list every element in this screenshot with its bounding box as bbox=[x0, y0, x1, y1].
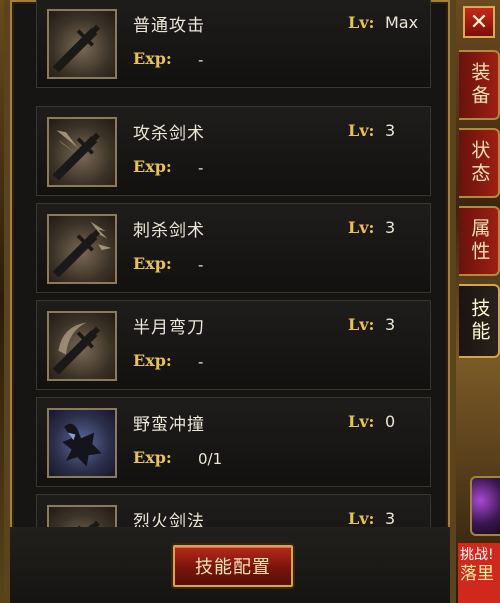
skill-name: 野蛮冲撞 bbox=[133, 415, 205, 435]
crescent-sword-icon bbox=[47, 311, 117, 381]
exp-value: - bbox=[198, 256, 204, 274]
skill-row-2[interactable]: 刺杀剑术 Lv: 3 Exp: - bbox=[36, 203, 431, 293]
tab-status-label: 状态 bbox=[468, 140, 491, 186]
skill-name: 烈火剑法 bbox=[133, 512, 205, 527]
level-label: Lv: bbox=[348, 218, 375, 237]
level-value: 3 bbox=[385, 121, 396, 140]
skill-name: 攻杀剑术 bbox=[133, 124, 205, 144]
skill-list[interactable]: 普通攻击 Lv: Max Exp: - 攻杀剑术 Lv: 3 Exp: - 刺杀… bbox=[36, 0, 431, 527]
tab-attributes-label: 属性 bbox=[468, 218, 491, 264]
gem-icon[interactable] bbox=[470, 476, 500, 536]
level-value: 0 bbox=[385, 412, 396, 431]
exp-label: Exp: bbox=[133, 49, 172, 68]
exp-label: Exp: bbox=[133, 448, 172, 467]
side-event-line1: 挑战! bbox=[460, 547, 494, 563]
exp-label: Exp: bbox=[133, 254, 172, 273]
level-value: 3 bbox=[385, 218, 396, 237]
level-label: Lv: bbox=[348, 315, 375, 334]
skill-name: 刺杀剑术 bbox=[133, 221, 205, 241]
tab-equipment-label: 装备 bbox=[468, 62, 491, 108]
tab-skills-label: 技能 bbox=[468, 298, 491, 344]
tab-status[interactable]: 状态 bbox=[459, 128, 500, 198]
tab-skills[interactable]: 技能 bbox=[459, 284, 500, 358]
skill-row-4[interactable]: 野蛮冲撞 Lv: 0 Exp: 0/1 bbox=[36, 397, 431, 487]
level-value: 3 bbox=[385, 315, 396, 334]
skill-name: 半月弯刀 bbox=[133, 318, 205, 338]
skill-name: 普通攻击 bbox=[133, 16, 205, 36]
thrust-sword-icon bbox=[47, 214, 117, 284]
fire-sword-icon bbox=[47, 505, 117, 527]
skill-config-button[interactable]: 技能配置 bbox=[173, 545, 293, 587]
level-label: Lv: bbox=[348, 121, 375, 140]
level-value: 3 bbox=[385, 509, 396, 527]
tab-attributes[interactable]: 属性 bbox=[459, 206, 500, 276]
side-event-banner[interactable]: 挑战! 落里 bbox=[458, 543, 500, 603]
exp-value: 0/1 bbox=[198, 450, 223, 468]
exp-label: Exp: bbox=[133, 157, 172, 176]
exp-value: - bbox=[198, 159, 204, 177]
skill-row-3[interactable]: 半月弯刀 Lv: 3 Exp: - bbox=[36, 300, 431, 390]
level-label: Lv: bbox=[348, 13, 375, 32]
exp-value: - bbox=[198, 51, 204, 69]
skill-row-5[interactable]: 烈火剑法 Lv: 3 bbox=[36, 494, 431, 527]
level-label: Lv: bbox=[348, 509, 375, 527]
exp-value: - bbox=[198, 353, 204, 371]
charge-icon bbox=[47, 408, 117, 478]
skill-row-0[interactable]: 普通攻击 Lv: Max Exp: - bbox=[36, 0, 431, 88]
sword-icon bbox=[47, 9, 117, 79]
exp-label: Exp: bbox=[133, 351, 172, 370]
level-value: Max bbox=[385, 13, 419, 32]
level-label: Lv: bbox=[348, 412, 375, 431]
close-icon[interactable]: ✕ bbox=[463, 6, 495, 38]
tab-equipment[interactable]: 装备 bbox=[459, 50, 500, 120]
side-event-line2: 落里 bbox=[460, 563, 494, 584]
slash-sword-icon bbox=[47, 117, 117, 187]
skill-row-1[interactable]: 攻杀剑术 Lv: 3 Exp: - bbox=[36, 106, 431, 196]
